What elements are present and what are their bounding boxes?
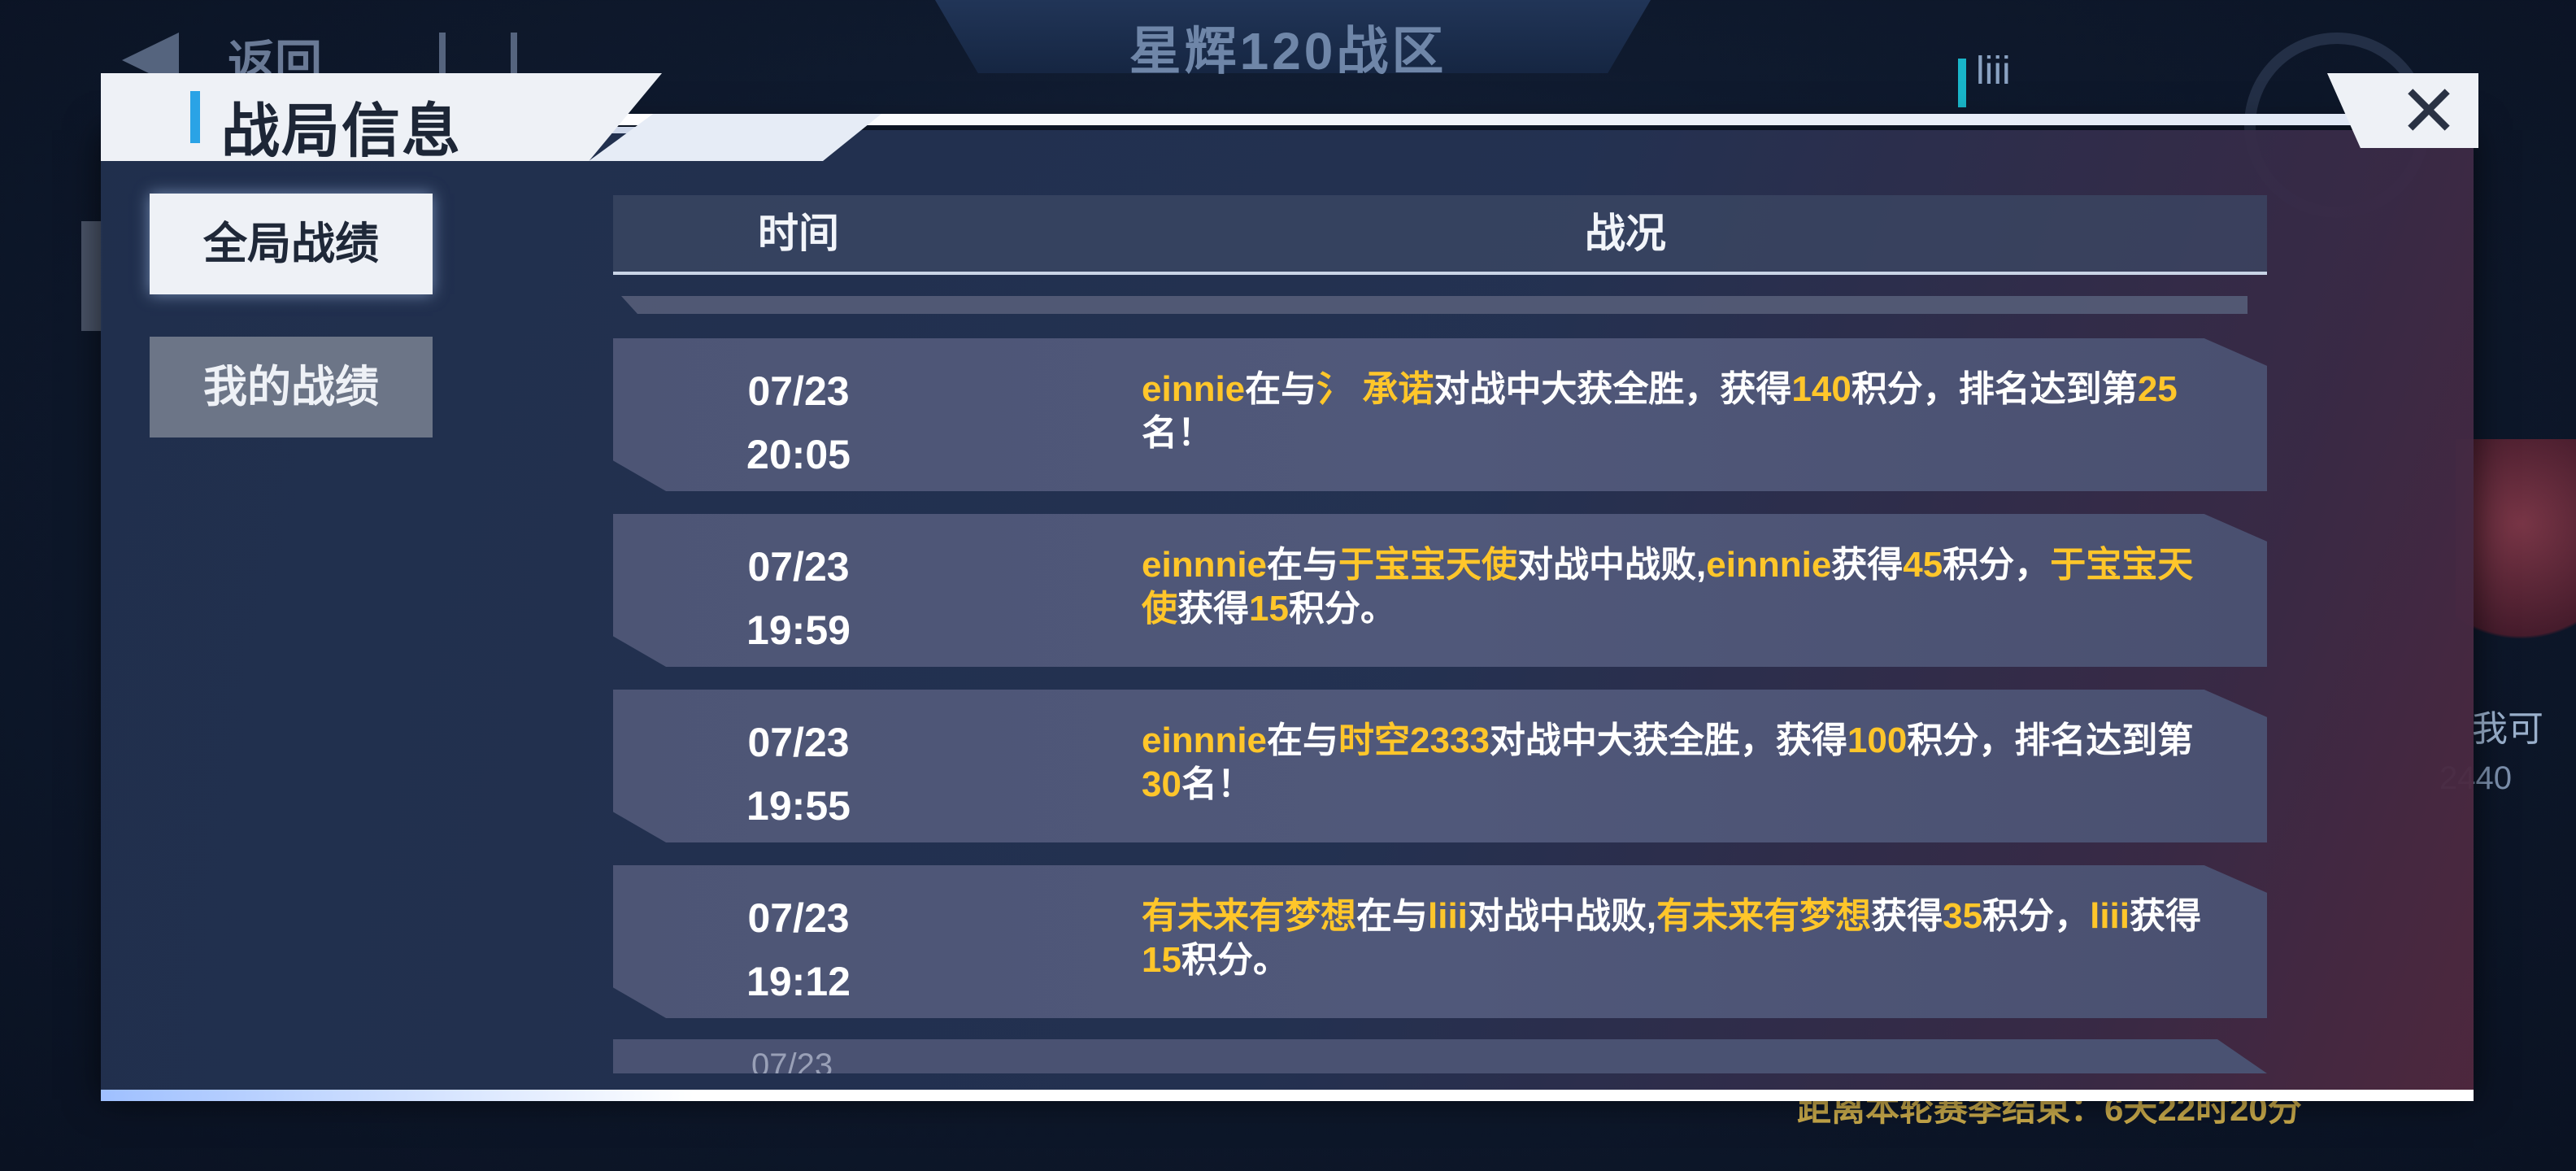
highlight-text: 140 xyxy=(1791,369,1852,409)
row-clock: 19:59 xyxy=(746,607,851,653)
dialog-title: 战局信息 xyxy=(221,99,463,164)
table-row: 07/23 19:55 einnnie在与时空2333对战中大获全胜，获得100… xyxy=(613,690,2267,842)
row-time: 07/23 19:59 xyxy=(613,535,984,662)
right-player-name: 我可 xyxy=(2472,709,2543,749)
close-icon: ✕ xyxy=(2399,71,2459,151)
status-text: 名！ xyxy=(1142,413,1213,453)
status-text: 获得 xyxy=(2130,896,2201,936)
row-date: 07/23 xyxy=(747,544,850,590)
close-button[interactable]: ✕ xyxy=(2394,76,2464,147)
highlight-text: einnie xyxy=(1142,369,1246,409)
status-text: 名！ xyxy=(1181,764,1253,804)
table-row: 07/23 19:12 有未来有梦想在与liii对战中战败,有未来有梦想获得35… xyxy=(613,865,2267,1018)
highlight-text: liii xyxy=(1428,896,1468,936)
status-text: 积分，排名达到第 xyxy=(1907,720,2194,760)
highlight-text: einnnie xyxy=(1706,545,1832,585)
row-time: 07/23 19:12 xyxy=(613,886,984,1013)
row-date: 07/23 xyxy=(747,720,850,765)
highlight-text: 45 xyxy=(1903,545,1943,585)
status-text: 获得 xyxy=(1177,589,1249,629)
title-accent-bar xyxy=(190,91,200,143)
highlight-text: 有未来有梦想 xyxy=(1142,896,1356,936)
highlight-text: 25 xyxy=(2137,369,2178,409)
highlight-text: 35 xyxy=(1943,896,1983,936)
highlight-text: einnnie xyxy=(1142,720,1268,760)
row-status-text: einnnie在与时空2333对战中大获全胜，获得100积分，排名达到第 30名！ xyxy=(1142,719,2223,807)
highlight-text: einnnie xyxy=(1142,545,1268,585)
highlight-text: 100 xyxy=(1847,720,1908,760)
bottom-divider xyxy=(101,1090,2474,1101)
highlight-text: liii xyxy=(2090,896,2130,936)
status-text: 对战中战败, xyxy=(1517,545,1707,585)
status-text: 积分。 xyxy=(1288,589,1396,629)
status-text: 积分，排名达到第 xyxy=(1851,369,2138,409)
avatar xyxy=(2456,439,2576,651)
row-time: 07/23 19:55 xyxy=(613,711,984,838)
status-text: 获得 xyxy=(1871,896,1943,936)
status-text: 在与 xyxy=(1356,896,1428,936)
row-clock: 19:55 xyxy=(746,783,851,829)
row-time: 07/23 20:05 xyxy=(613,359,984,486)
table-row-partial: 07/23 xyxy=(613,1039,2267,1073)
row-status-text: einnnie在与于宝宝天使对战中战败,einnnie获得45积分，于宝宝天使获… xyxy=(1142,543,2223,631)
status-text: 在与 xyxy=(1267,545,1339,585)
status-text: 对战中大获全胜，获得 xyxy=(1489,720,1847,760)
side-handle xyxy=(81,221,102,331)
highlight-text: 于宝宝天使 xyxy=(1338,545,1518,585)
status-text: 积分。 xyxy=(1181,940,1289,980)
table-header: 时间 战况 xyxy=(613,195,2267,275)
highlight-text: 15 xyxy=(1142,940,1181,980)
row-clock: 19:12 xyxy=(746,959,851,1004)
row-date: 07/23 xyxy=(747,895,850,941)
battle-info-dialog: 战局信息 ✕ 全局战绩 我的战绩 时间 战况 07/23 20:05 einni… xyxy=(101,73,2478,1104)
status-text: 在与 xyxy=(1267,720,1339,760)
row-clock: 20:05 xyxy=(746,432,851,477)
status-text: 对战中大获全胜，获得 xyxy=(1434,369,1792,409)
tab-global-record[interactable]: 全局战绩 xyxy=(150,194,433,294)
status-text: 在与 xyxy=(1245,369,1317,409)
highlight-text: 时空2333 xyxy=(1338,720,1490,760)
row-status-text: einnie在与氵 承诺对战中大获全胜，获得140积分，排名达到第25 名！ xyxy=(1142,368,2223,455)
status-text: 积分， xyxy=(1943,545,2051,585)
highlight-text: 15 xyxy=(1249,589,1289,629)
status-text: 获得 xyxy=(1831,545,1904,585)
tab-my-record[interactable]: 我的战绩 xyxy=(150,337,433,437)
status-text: 积分， xyxy=(1982,896,2091,936)
column-header-time: 时间 xyxy=(758,211,839,256)
table-row: 07/23 20:05 einnie在与氵 承诺对战中大获全胜，获得140积分，… xyxy=(613,338,2267,491)
status-text: 对战中战败, xyxy=(1467,896,1657,936)
highlight-text: 氵 承诺 xyxy=(1316,369,1434,409)
row-date: 07/23 xyxy=(747,368,850,414)
row-status-text: 有未来有梦想在与liii对战中战败,有未来有梦想获得35积分，liii获得15积… xyxy=(1142,895,2223,982)
table-row: 07/23 19:59 einnnie在与于宝宝天使对战中战败,einnnie获… xyxy=(613,514,2267,667)
highlight-text: 有未来有梦想 xyxy=(1656,896,1872,936)
column-header-status: 战况 xyxy=(1585,211,1666,256)
scrolled-row-edge xyxy=(621,296,2247,314)
highlight-text: 30 xyxy=(1142,764,1181,804)
